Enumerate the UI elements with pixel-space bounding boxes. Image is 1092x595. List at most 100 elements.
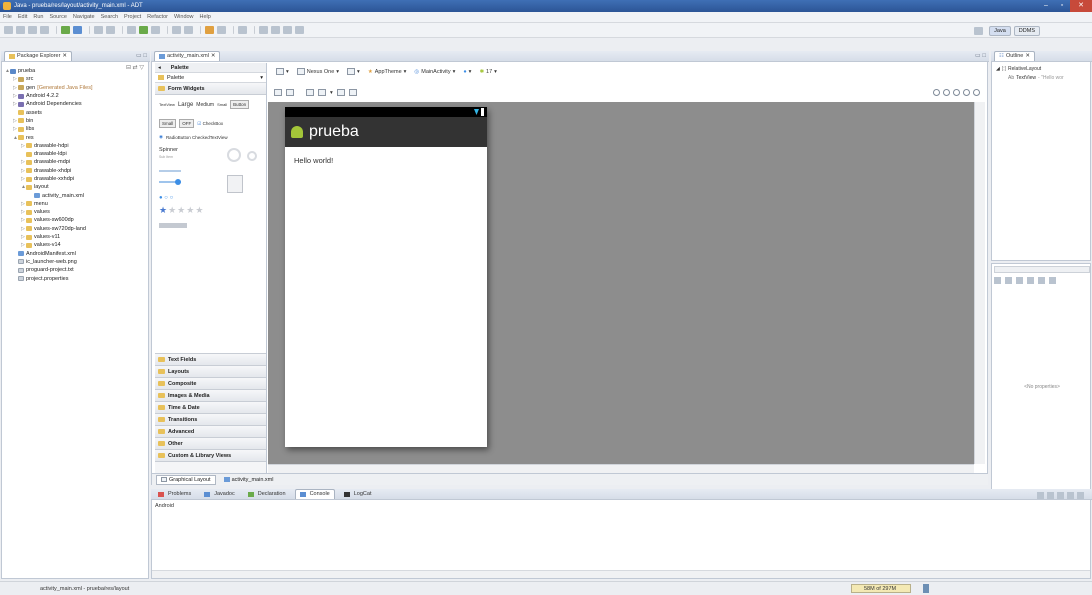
clear-console-icon[interactable] xyxy=(1037,492,1044,499)
menu-help[interactable]: Help xyxy=(200,14,211,20)
palette-category-form-widgets[interactable]: Form Widgets xyxy=(155,83,266,95)
tree-item[interactable]: ▷ src xyxy=(5,75,148,83)
widget-button[interactable]: Button xyxy=(230,100,250,109)
expand-arrow-icon[interactable]: ▷ xyxy=(13,101,17,107)
menu-project[interactable]: Project xyxy=(124,14,141,20)
widget-large-text[interactable]: Large xyxy=(178,102,193,108)
palette-filter[interactable]: Palette ▾ xyxy=(155,73,266,83)
menu-refactor[interactable]: Refactor xyxy=(147,14,168,20)
tree-item[interactable]: ▷ drawable-hdpi xyxy=(5,142,148,150)
widget-quick-contact-badge[interactable] xyxy=(227,175,243,193)
palette-category[interactable]: Composite xyxy=(155,378,266,390)
palette-category[interactable]: Custom & Library Views xyxy=(155,450,266,462)
close-button[interactable]: ✕ xyxy=(1070,0,1092,12)
hello-textview[interactable]: Hello world! xyxy=(285,147,487,174)
new-android-project-icon[interactable] xyxy=(106,26,115,34)
refresh-icon[interactable] xyxy=(336,89,345,96)
previous-annotation-icon[interactable] xyxy=(271,26,280,34)
collapse-all-icon[interactable] xyxy=(1038,277,1045,284)
tree-item[interactable]: ▷ menu xyxy=(5,200,148,208)
zoom-fit-icon[interactable] xyxy=(933,89,940,96)
search-icon[interactable] xyxy=(217,26,226,34)
tree-item[interactable]: proguard-project.txt xyxy=(5,266,148,274)
expand-arrow-icon[interactable]: ▷ xyxy=(13,85,17,91)
zoom-out-icon[interactable] xyxy=(963,89,970,96)
close-icon[interactable]: ✕ xyxy=(62,52,67,61)
expand-arrow-icon[interactable]: ▷ xyxy=(13,118,17,124)
widget-switch[interactable] xyxy=(159,223,187,228)
tree-item[interactable]: ▷ Android Dependencies xyxy=(5,100,148,108)
palette-category[interactable]: Layouts xyxy=(155,366,266,378)
expand-arrow-icon[interactable]: ▷ xyxy=(21,209,25,215)
back-icon[interactable] xyxy=(283,26,292,34)
print-icon[interactable] xyxy=(40,26,49,34)
widget-small-text[interactable]: Small xyxy=(217,102,227,107)
expand-arrow-icon[interactable]: ▷ xyxy=(21,168,25,174)
tree-item[interactable]: drawable-ldpi xyxy=(5,150,148,158)
palette-category[interactable]: Transitions xyxy=(155,414,266,426)
palette-category[interactable]: Text Fields xyxy=(155,354,266,366)
device-action-bar[interactable]: prueba xyxy=(285,117,487,147)
widget-rating-bar[interactable]: ★ ★ ★ ★ ★ xyxy=(159,205,203,216)
widget-toggle-button[interactable]: OFF xyxy=(179,119,195,128)
heap-status[interactable]: 58M of 297M xyxy=(851,584,911,593)
open-console-icon[interactable] xyxy=(1077,492,1084,499)
lint-icon[interactable] xyxy=(94,26,103,34)
tree-item[interactable]: ▷ bin xyxy=(5,117,148,125)
zoom-in-icon[interactable] xyxy=(953,89,960,96)
tree-item[interactable]: AndroidManifest.xml xyxy=(5,250,148,258)
minimize-maximize-icon[interactable]: ▭ □ xyxy=(975,52,986,59)
expand-all-icon[interactable] xyxy=(1027,277,1034,284)
widget-small-button[interactable]: Small xyxy=(159,119,177,128)
menu-window[interactable]: Window xyxy=(174,14,194,20)
widget-progress-medium[interactable] xyxy=(247,151,257,161)
tree-item[interactable]: project.properties xyxy=(5,274,148,282)
tree-item[interactable]: ic_launcher-web.png xyxy=(5,258,148,266)
new-icon[interactable] xyxy=(4,26,13,34)
properties-scrollbar[interactable] xyxy=(994,266,1090,273)
tree-item[interactable]: ▷ values-v14 xyxy=(5,241,148,249)
menu-search[interactable]: Search xyxy=(101,14,118,20)
canvas-horizontal-scrollbar[interactable] xyxy=(268,464,974,473)
widget-checkbox[interactable]: ☑ CheckBox xyxy=(197,121,223,127)
palette-category[interactable]: Other xyxy=(155,438,266,450)
widget-textview[interactable]: TextView xyxy=(159,102,175,107)
expand-arrow-icon[interactable]: ▷ xyxy=(21,201,25,207)
close-icon[interactable]: ✕ xyxy=(211,52,216,61)
tab-xml-source[interactable]: activity_main.xml xyxy=(220,475,278,485)
tab-javadoc[interactable]: Javadoc xyxy=(200,489,239,499)
widget-radio-button[interactable]: ◉ RadioButton CheckedTextView xyxy=(159,134,228,140)
minimize-button[interactable]: – xyxy=(1038,0,1054,12)
tree-item[interactable]: ▷ gen [Generated Java Files] xyxy=(5,84,148,92)
advanced-icon[interactable] xyxy=(1005,277,1012,284)
menu-run[interactable]: Run xyxy=(33,14,43,20)
tab-graphical-layout[interactable]: Graphical Layout xyxy=(156,474,216,485)
expand-arrow-icon[interactable]: ▷ xyxy=(13,93,17,99)
expand-arrow-icon[interactable]: ▷ xyxy=(21,226,25,232)
tree-item[interactable]: ▷ values-v11 xyxy=(5,233,148,241)
display-console-icon[interactable] xyxy=(1067,492,1074,499)
expand-arrow-icon[interactable]: ▷ xyxy=(21,242,25,248)
tab-package-explorer[interactable]: Package Explorer ✕ xyxy=(4,51,73,61)
perspective-java[interactable]: Java xyxy=(989,26,1011,36)
palette-category[interactable]: Time & Date xyxy=(155,402,266,414)
save-icon[interactable] xyxy=(16,26,25,34)
menu-source[interactable]: Source xyxy=(49,14,66,20)
tree-item[interactable]: ▷ Android 4.2.2 xyxy=(5,92,148,100)
tree-item[interactable]: assets xyxy=(5,108,148,116)
tab-problems[interactable]: Problems xyxy=(154,489,195,499)
new-java-package-icon[interactable] xyxy=(172,26,181,34)
expand-arrow-icon[interactable]: ▷ xyxy=(21,159,25,165)
expand-arrow-icon[interactable]: ▲ xyxy=(21,184,26,190)
tree-item[interactable]: activity_main.xml xyxy=(5,191,148,199)
theme-selector[interactable]: ★ AppTheme ▾ xyxy=(366,68,409,76)
widget-medium-text[interactable]: Medium xyxy=(196,102,214,108)
tree-item[interactable]: ▷ drawable-xxhdpi xyxy=(5,175,148,183)
open-type-icon[interactable] xyxy=(205,26,214,34)
layout-height-icon[interactable] xyxy=(318,89,326,96)
tree-item[interactable]: ▷ values-sw600dp xyxy=(5,216,148,224)
toggle-background-icon[interactable] xyxy=(286,89,294,96)
widget-progress-horizontal[interactable] xyxy=(159,170,181,172)
categories-icon[interactable] xyxy=(994,277,1001,284)
outline-item-root[interactable]: ◢ [:] RelativeLayout xyxy=(996,66,1041,72)
